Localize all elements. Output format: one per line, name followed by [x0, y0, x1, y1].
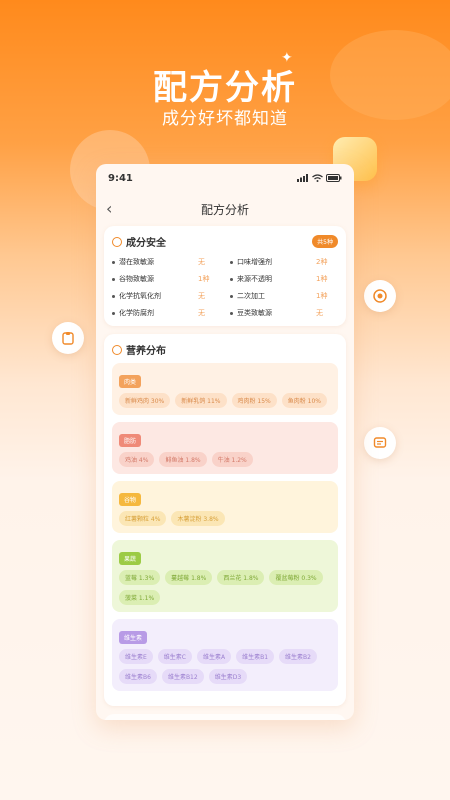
- ingredient-chip: 维生素A: [197, 649, 232, 664]
- bullet-dot: [230, 311, 233, 315]
- nutrition-title: 营养分布: [126, 346, 166, 357]
- safety-item-value: 1种: [316, 292, 328, 300]
- page-title: 配方分析: [200, 202, 249, 217]
- ingredient-chip: 蓝莓 1.3%: [119, 570, 161, 585]
- chip-list: 维生素E 维生素C 维生素A 维生素B1 维生素B2 维生素B6 维生素B12 维生素D3: [119, 649, 331, 684]
- hero-subtitle: 成分好坏都知道: [162, 109, 288, 129]
- nutrition-card: 营养分布 肉类 新鲜鸡肉 30% 新鲜乳鸽 11% 鸡肉粉 15% 鱼肉粉 10% 脂肪鸡…: [104, 334, 346, 706]
- faded-card: [104, 714, 346, 720]
- safety-item: 来源不透明 1种: [230, 274, 338, 284]
- safety-item-value: 无: [316, 309, 323, 317]
- nav-bar: ‹ 配方分析: [96, 192, 354, 226]
- signal-icon: [297, 174, 308, 182]
- ingredient-chip: 维生素C: [157, 649, 192, 664]
- nutrition-section: 维生素维生素E 维生素C 维生素A 维生素B1 维生素B2 维生素B6 维生素B12 维生素D…: [112, 619, 338, 691]
- safety-item-value: 无: [198, 258, 205, 266]
- safety-item-name: 化学抗氧化剂: [119, 292, 161, 300]
- safety-item-name: 潜在致敏源: [119, 258, 154, 266]
- ingredient-chip: 维生素B1: [236, 649, 275, 664]
- nutrition-icon: [112, 344, 122, 355]
- safety-item: 化学防腐剂 无: [112, 308, 220, 318]
- sparkle-icon: ✦: [281, 50, 293, 66]
- safety-title: 成分安全: [126, 238, 166, 249]
- bullet-dot: [112, 311, 115, 315]
- phone-mockup: 9:41 ‹ 配方分析 成分安全 共5种 潜在致敏源无口味增强剂 2种 谷物致敏源 1…: [96, 164, 354, 720]
- battery-icon: [326, 174, 342, 182]
- safety-item-name: 豆类致敏源: [237, 309, 272, 317]
- bullet-dot: [230, 277, 233, 281]
- ingredient-chip: 维生素B12: [161, 669, 204, 684]
- ingredient-chip: 维生素E: [119, 649, 153, 664]
- bullet-dot: [112, 277, 115, 281]
- safety-item-value: 1种: [316, 275, 328, 283]
- bullet-dot: [230, 260, 233, 264]
- ingredient-chip: 鸡油 4%: [119, 452, 155, 467]
- ingredient-chip: 蔓越莓 1.8%: [165, 570, 213, 585]
- count-badge: 共5种: [312, 235, 338, 248]
- ingredient-chip: 鸡肉粉 15%: [231, 393, 277, 408]
- chip-list: 鸡油 4% 鲱鱼油 1.8% 牛油 1.2%: [119, 452, 331, 467]
- safety-item-name: 来源不透明: [237, 275, 272, 283]
- section-tag: 脂肪: [119, 434, 142, 447]
- ingredient-chip: 新鲜乳鸽 11%: [175, 393, 227, 408]
- ingredient-chip: 西兰花 1.8%: [217, 570, 265, 585]
- safety-icon: [112, 236, 122, 247]
- float-clipboard-icon: [52, 322, 84, 354]
- nutrition-section: 肉类新鲜鸡肉 30% 新鲜乳鸽 11% 鸡肉粉 15% 鱼肉粉 10%: [112, 363, 338, 415]
- safety-item-value: 无: [198, 292, 205, 300]
- safety-card: 成分安全 共5种 潜在致敏源无口味增强剂 2种 谷物致敏源 1种 来源不透明 1种 化学抗氧…: [104, 226, 346, 326]
- nutrition-section: 果蔬蓝莓 1.3% 蔓越莓 1.8% 西兰花 1.8% 覆盆莓粉 0.3% 菠菜 1.1…: [112, 540, 338, 612]
- safety-item: 二次加工 1种: [230, 291, 338, 301]
- ingredient-chip: 覆盆莓粉 0.3%: [269, 570, 323, 585]
- float-target-icon: [364, 280, 396, 312]
- ingredient-chip: 维生素B2: [279, 649, 317, 664]
- ingredient-chip: 维生素D3: [208, 669, 248, 684]
- wifi-icon: [312, 174, 323, 182]
- safety-item: 口味增强剂 2种: [230, 257, 338, 267]
- chip-list: 新鲜鸡肉 30% 新鲜乳鸽 11% 鸡肉粉 15% 鱼肉粉 10%: [119, 393, 331, 408]
- ingredient-chip: 新鲜鸡肉 30%: [119, 393, 171, 408]
- safety-item-name: 口味增强剂: [237, 258, 272, 266]
- ingredient-chip: 菠菜 1.1%: [119, 590, 161, 605]
- safety-item-name: 二次加工: [237, 292, 265, 300]
- safety-item: 谷物致敏源 1种: [112, 274, 220, 284]
- bullet-dot: [112, 260, 115, 264]
- status-time: 9:41: [108, 172, 133, 184]
- ingredient-chip: 牛油 1.2%: [211, 452, 253, 467]
- safety-item-value: 无: [198, 309, 205, 317]
- nutrition-section: 谷物红薯颗粒 4% 木薯淀粉 3.8%: [112, 481, 338, 533]
- bullet-dot: [112, 294, 115, 298]
- ingredient-chip: 鱼肉粉 10%: [281, 393, 327, 408]
- section-tag: 果蔬: [119, 552, 142, 565]
- safety-item: 潜在致敏源 无: [112, 257, 220, 267]
- ingredient-chip: 红薯颗粒 4%: [119, 511, 167, 526]
- section-tag: 谷物: [119, 493, 142, 506]
- safety-item: 化学抗氧化剂 无: [112, 291, 220, 301]
- section-tag: 肉类: [119, 375, 142, 388]
- safety-list: 潜在致敏源无口味增强剂 2种 谷物致敏源 1种 来源不透明 1种 化学抗氧化剂无二次加工 1种…: [112, 257, 338, 318]
- ingredient-chip: 木薯淀粉 3.8%: [171, 511, 225, 526]
- hero-title: 配方分析: [153, 68, 297, 108]
- ingredient-chip: 维生素B6: [119, 669, 157, 684]
- safety-item-value: 1种: [198, 275, 210, 283]
- safety-item: 豆类致敏源 无: [230, 308, 338, 318]
- bullet-dot: [230, 294, 233, 298]
- status-bar: 9:41: [96, 164, 354, 192]
- chip-list: 蓝莓 1.3% 蔓越莓 1.8% 西兰花 1.8% 覆盆莓粉 0.3% 菠菜 1.1%: [119, 570, 331, 605]
- safety-item-name: 化学防腐剂: [119, 309, 154, 317]
- section-tag: 维生素: [119, 631, 148, 644]
- nutrition-sections: 肉类新鲜鸡肉 30% 新鲜乳鸽 11% 鸡肉粉 15% 鱼肉粉 10% 脂肪鸡油 4% 鲱…: [112, 363, 338, 691]
- safety-item-value: 2种: [316, 258, 328, 266]
- nutrition-section: 脂肪鸡油 4% 鲱鱼油 1.8% 牛油 1.2%: [112, 422, 338, 474]
- ingredient-chip: 鲱鱼油 1.8%: [159, 452, 207, 467]
- safety-item-name: 谷物致敏源: [119, 275, 154, 283]
- back-button[interactable]: ‹: [106, 199, 112, 218]
- chip-list: 红薯颗粒 4% 木薯淀粉 3.8%: [119, 511, 331, 526]
- float-message-icon: [364, 427, 396, 459]
